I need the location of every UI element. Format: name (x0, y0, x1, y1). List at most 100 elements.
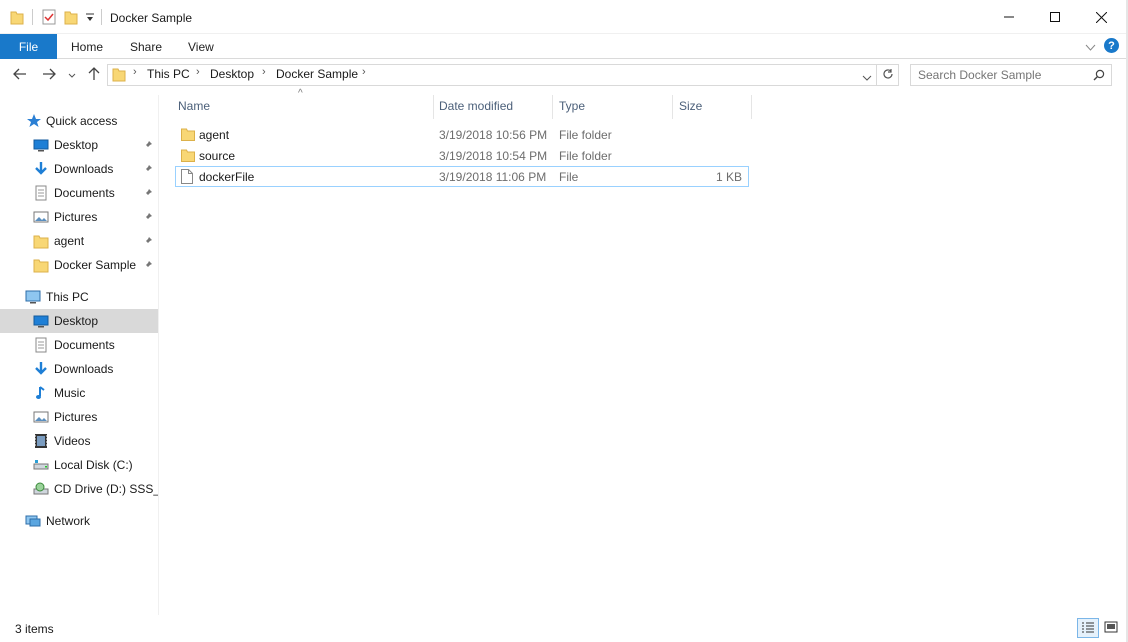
search-box[interactable] (910, 64, 1112, 86)
documents-icon (33, 337, 49, 353)
nav-quick-pictures[interactable]: Pictures (0, 205, 158, 229)
nav-quick-docker-sample[interactable]: Docker Sample (0, 253, 158, 277)
nav-quick-desktop[interactable]: Desktop (0, 133, 158, 157)
refresh-button[interactable] (877, 64, 899, 86)
desktop-icon (33, 137, 49, 153)
breadcrumb-separator-icon[interactable]: › (362, 66, 366, 78)
column-divider[interactable] (552, 95, 553, 119)
file-size: 1 KB (715, 170, 742, 184)
breadcrumb-desktop[interactable]: Desktop (210, 67, 254, 81)
nav-pc-downloads[interactable]: Downloads (0, 357, 158, 381)
breadcrumb-separator-icon[interactable]: › (262, 66, 266, 78)
up-button[interactable] (85, 64, 103, 86)
arrow-up-icon (88, 66, 100, 84)
new-folder-icon[interactable] (64, 9, 78, 28)
properties-icon[interactable] (41, 9, 57, 28)
pictures-icon (33, 409, 49, 425)
file-date: 3/19/2018 10:56 PM (439, 128, 548, 142)
tab-file[interactable]: File (0, 34, 57, 59)
column-divider[interactable] (672, 95, 673, 119)
nav-quick-agent[interactable]: agent (0, 229, 158, 253)
videos-icon (33, 433, 49, 449)
tab-home[interactable]: Home (71, 34, 103, 59)
nav-pc-pictures[interactable]: Pictures (0, 405, 158, 429)
nav-label: agent (54, 234, 85, 248)
file-date: 3/19/2018 10:54 PM (439, 149, 548, 163)
nav-label: CD Drive (D:) SSS_X6 (54, 482, 158, 496)
maximize-icon (1050, 12, 1060, 22)
help-icon[interactable]: ? (1104, 38, 1119, 53)
nav-quick-access[interactable]: Quick access (0, 109, 158, 133)
details-view-button[interactable] (1077, 618, 1099, 638)
file-icon (181, 169, 193, 187)
ribbon-tabs (0, 34, 1128, 59)
tab-share[interactable]: Share (130, 34, 162, 59)
column-header-name[interactable]: Name (178, 95, 433, 117)
folder-icon (181, 148, 195, 165)
nav-pc-cd-drive[interactable]: CD Drive (D:) SSS_X6 (0, 477, 158, 501)
search-input[interactable] (918, 68, 1086, 82)
status-bar (0, 618, 1128, 642)
details-view-icon (1081, 621, 1095, 636)
column-header-size[interactable]: Size (679, 95, 751, 117)
nav-pc-videos[interactable]: Videos (0, 429, 158, 453)
pin-icon[interactable] (143, 211, 153, 225)
nav-network[interactable]: Network (0, 509, 158, 533)
item-count: 3 items (15, 622, 54, 636)
documents-icon (33, 185, 49, 201)
customize-quick-access-icon[interactable] (85, 11, 95, 26)
pin-icon[interactable] (143, 187, 153, 201)
pane-divider[interactable] (158, 95, 159, 615)
large-icons-view-icon (1104, 621, 1118, 636)
pin-icon[interactable] (143, 163, 153, 177)
back-button[interactable] (10, 64, 30, 86)
tab-view[interactable]: View (188, 34, 214, 59)
file-type: File folder (559, 149, 612, 163)
breadcrumb-separator-icon[interactable]: › (133, 66, 137, 78)
nav-this-pc[interactable]: This PC (0, 285, 158, 309)
maximize-button[interactable] (1032, 0, 1078, 34)
file-row[interactable]: agent 3/19/2018 10:56 PM File folder (175, 124, 749, 145)
nav-pc-local-disk[interactable]: Local Disk (C:) (0, 453, 158, 477)
chevron-down-icon (68, 68, 76, 82)
column-divider[interactable] (433, 95, 434, 119)
recent-locations-button[interactable] (66, 64, 78, 86)
breadcrumb-separator-icon[interactable]: › (196, 66, 200, 78)
close-icon (1095, 11, 1107, 23)
local-disk-icon (33, 457, 49, 473)
pin-icon[interactable] (143, 235, 153, 249)
column-header-type[interactable]: Type (559, 95, 671, 117)
address-dropdown-icon[interactable] (862, 71, 872, 85)
nav-label: Network (46, 514, 91, 528)
computer-icon (25, 289, 41, 305)
nav-pc-music[interactable]: Music (0, 381, 158, 405)
pin-icon[interactable] (143, 259, 153, 273)
column-divider[interactable] (751, 95, 752, 119)
breadcrumb-this-pc[interactable]: This PC (147, 67, 190, 81)
column-header-date[interactable]: Date modified (439, 95, 551, 117)
nav-quick-documents[interactable]: Documents (0, 181, 158, 205)
nav-label: Videos (54, 434, 91, 448)
folder-icon (33, 257, 49, 273)
nav-label: Docker Sample (54, 258, 137, 272)
folder-icon (112, 66, 126, 85)
nav-label: Pictures (54, 210, 98, 224)
nav-pc-documents[interactable]: Documents (0, 333, 158, 357)
nav-quick-downloads[interactable]: Downloads (0, 157, 158, 181)
pin-icon[interactable] (143, 139, 153, 153)
breadcrumb-docker-sample[interactable]: Docker Sample (276, 67, 358, 81)
file-row[interactable]: dockerFile 3/19/2018 11:06 PM File 1 KB (175, 166, 749, 187)
forward-button[interactable] (39, 64, 59, 86)
close-button[interactable] (1078, 0, 1124, 34)
minimize-button[interactable] (986, 0, 1032, 34)
desktop-icon (33, 313, 49, 329)
file-name: dockerFile (199, 170, 255, 184)
search-icon[interactable] (1093, 69, 1105, 84)
nav-pc-desktop[interactable]: Desktop (0, 309, 158, 333)
file-row[interactable]: source 3/19/2018 10:54 PM File folder (175, 145, 749, 166)
arrow-right-icon (42, 68, 56, 83)
chevron-down-icon[interactable] (1085, 41, 1096, 55)
large-icons-view-button[interactable] (1100, 618, 1122, 638)
nav-label: Documents (54, 338, 115, 352)
folder-icon (181, 127, 195, 144)
